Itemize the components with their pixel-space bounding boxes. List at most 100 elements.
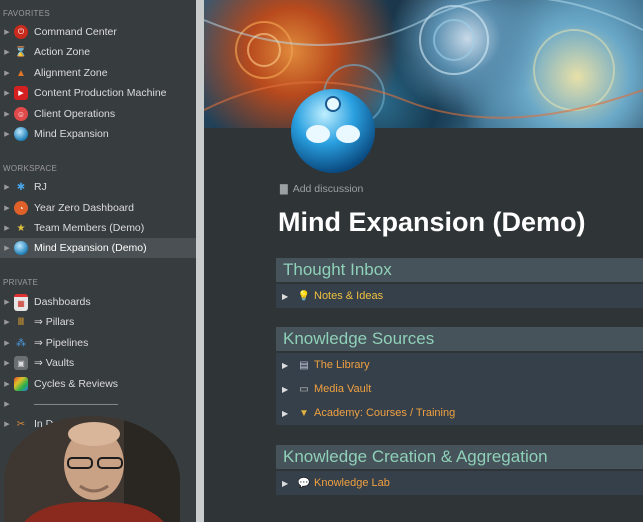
sidebar-item-pipelines[interactable]: ▶ ⁂ ⇒ Pipelines: [0, 333, 196, 353]
sidebar: FAVORITES ▶ ⏻ Command Center ▶ ⌛ Action …: [0, 0, 196, 522]
sidebar-item-label: ⇒ Vaults: [34, 357, 75, 369]
sidebar-item-label: Year Zero Dashboard: [34, 202, 135, 214]
add-discussion-button[interactable]: ▇ Add discussion: [280, 183, 363, 195]
sidebar-item-label: ⇒ Pipelines: [34, 337, 89, 349]
section-heading-knowledge-sources[interactable]: Knowledge Sources: [276, 327, 643, 351]
pipeline-icon: ⁂: [16, 337, 26, 349]
cycle-icon: [14, 377, 28, 391]
row-label: The Library: [314, 359, 370, 371]
books-icon: ▤: [299, 359, 309, 371]
fractal-cover-art: [204, 0, 643, 126]
section-heading-knowledge-creation[interactable]: Knowledge Creation & Aggregation: [276, 445, 643, 469]
sidebar-item-alignment-zone[interactable]: ▶ ▲ Alignment Zone: [0, 63, 196, 83]
toggle-triangle-icon[interactable]: ▶: [282, 361, 296, 370]
expand-chevron-icon[interactable]: ▶: [0, 48, 14, 56]
sidebar-item-label: RJ: [34, 181, 47, 193]
divider-line: ————————: [34, 398, 118, 410]
expand-chevron-icon[interactable]: ▶: [0, 420, 14, 428]
sidebar-item-label: Client Operations: [34, 108, 116, 120]
vault-icon: ▣: [14, 356, 28, 370]
cover-image[interactable]: [204, 0, 643, 128]
expand-chevron-icon[interactable]: ▶: [0, 89, 14, 97]
toggle-triangle-icon[interactable]: ▶: [282, 409, 296, 418]
sidebar-item-client-operations[interactable]: ▶ ☺ Client Operations: [0, 104, 196, 124]
row-label: Knowledge Lab: [314, 477, 390, 489]
row-label: Notes & Ideas: [314, 290, 384, 302]
sidebar-item-rj[interactable]: ▶ ✱ RJ: [0, 177, 196, 197]
expand-chevron-icon[interactable]: ▶: [0, 339, 14, 347]
sidebar-item-label: Action Zone: [34, 46, 91, 58]
blue-orb-icon: [14, 127, 28, 141]
sidebar-item-content-production-machine[interactable]: ▶ ▶ Content Production Machine: [0, 83, 196, 103]
sidebar-item-label: Cycles & Reviews: [34, 378, 119, 390]
sidebar-item-year-zero-dashboard[interactable]: ▶ ◔ Year Zero Dashboard: [0, 198, 196, 218]
expand-chevron-icon[interactable]: ▶: [0, 110, 14, 118]
sidebar-item-mind-expansion[interactable]: ▶ Mind Expansion: [0, 124, 196, 144]
play-button-icon: ▶: [14, 86, 28, 100]
sidebar-item-label: Team Members (Demo): [34, 222, 145, 234]
expand-chevron-icon[interactable]: ▶: [0, 28, 14, 36]
blue-orb-page-icon[interactable]: [288, 86, 378, 176]
page-title[interactable]: Mind Expansion (Demo): [278, 207, 586, 238]
sidebar-item-divider[interactable]: ▶ ————————: [0, 394, 196, 414]
sidebar-resize-handle[interactable]: [196, 0, 204, 522]
sidebar-item-team-members-demo[interactable]: ▶ ★ Team Members (Demo): [0, 218, 196, 238]
tools-icon: ✂: [16, 418, 26, 430]
toggle-triangle-icon[interactable]: ▶: [282, 479, 296, 488]
sidebar-item-label: Content Production Machine: [34, 87, 167, 99]
expand-chevron-icon[interactable]: ▶: [0, 69, 14, 77]
expand-chevron-icon[interactable]: ▶: [0, 298, 14, 306]
expand-chevron-icon[interactable]: ▶: [0, 204, 14, 212]
toggle-row-media-vault[interactable]: ▶ ▭ Media Vault: [276, 377, 643, 401]
expand-chevron-icon[interactable]: ▶: [0, 224, 14, 232]
team-icon: ★: [16, 222, 26, 234]
expand-chevron-icon[interactable]: ▶: [0, 183, 14, 191]
expand-chevron-icon[interactable]: ▶: [0, 400, 14, 408]
sidebar-item-dashboards[interactable]: ▶ ▦ Dashboards: [0, 292, 196, 312]
sidebar-item-label: Command Center: [34, 26, 117, 38]
section-heading-thought-inbox[interactable]: Thought Inbox: [276, 258, 643, 282]
sidebar-item-label: ⇒ Pillars: [34, 316, 75, 328]
sidebar-item-vaults[interactable]: ▶ ▣ ⇒ Vaults: [0, 353, 196, 373]
sidebar-item-cycles-reviews[interactable]: ▶ Cycles & Reviews: [0, 374, 196, 394]
row-label: Academy: Courses / Training: [314, 407, 456, 419]
graduation-icon: ▼: [299, 407, 309, 419]
sidebar-item-command-center[interactable]: ▶ ⏻ Command Center: [0, 22, 196, 42]
blue-orb-icon: [14, 241, 28, 255]
toggle-row-notes-ideas[interactable]: ▶ 💡 Notes & Ideas: [276, 284, 643, 308]
expand-chevron-icon[interactable]: ▶: [0, 359, 14, 367]
workspace-section-label: WORKSPACE: [3, 164, 58, 173]
expand-chevron-icon[interactable]: ▶: [0, 380, 14, 388]
calendar-icon: ▦: [14, 293, 28, 311]
tape-icon: ▭: [299, 383, 309, 395]
speech-bubble-icon: 💬: [297, 477, 311, 489]
pillars-icon: Ⅲ: [17, 316, 25, 328]
toggle-triangle-icon[interactable]: ▶: [282, 292, 296, 301]
toggle-row-academy[interactable]: ▶ ▼ Academy: Courses / Training: [276, 401, 643, 425]
private-section-label: PRIVATE: [3, 278, 39, 287]
expand-chevron-icon[interactable]: ▶: [0, 318, 14, 326]
pyramid-icon: ▲: [16, 67, 26, 79]
sidebar-item-label: Alignment Zone: [34, 67, 108, 79]
lightbulb-icon: 💡: [297, 290, 311, 302]
main-page: ▇ Add discussion Mind Expansion (Demo) T…: [204, 0, 643, 522]
sidebar-item-label: Mind Expansion (Demo): [34, 242, 147, 254]
sidebar-item-mind-expansion-demo[interactable]: ▶ Mind Expansion (Demo): [0, 238, 196, 258]
favorites-section-label: FAVORITES: [3, 9, 51, 18]
comment-icon: ▇: [280, 183, 288, 195]
hourglass-icon: ⌛: [14, 46, 28, 58]
row-label: Media Vault: [314, 383, 372, 395]
toggle-triangle-icon[interactable]: ▶: [282, 385, 296, 394]
expand-chevron-icon[interactable]: ▶: [0, 130, 14, 138]
snowflake-icon: ✱: [16, 181, 26, 193]
toggle-row-knowledge-lab[interactable]: ▶ 💬 Knowledge Lab: [276, 471, 643, 495]
dial-icon: ◔: [14, 201, 28, 215]
toggle-row-the-library[interactable]: ▶ ▤ The Library: [276, 353, 643, 377]
person-badge-icon: ☺: [14, 107, 28, 121]
expand-chevron-icon[interactable]: ▶: [0, 244, 14, 252]
add-discussion-label: Add discussion: [292, 183, 364, 195]
red-power-icon: ⏻: [14, 25, 28, 39]
sidebar-item-pillars[interactable]: ▶ Ⅲ ⇒ Pillars: [0, 312, 196, 332]
sidebar-item-label: Mind Expansion: [34, 128, 109, 140]
sidebar-item-action-zone[interactable]: ▶ ⌛ Action Zone: [0, 42, 196, 62]
